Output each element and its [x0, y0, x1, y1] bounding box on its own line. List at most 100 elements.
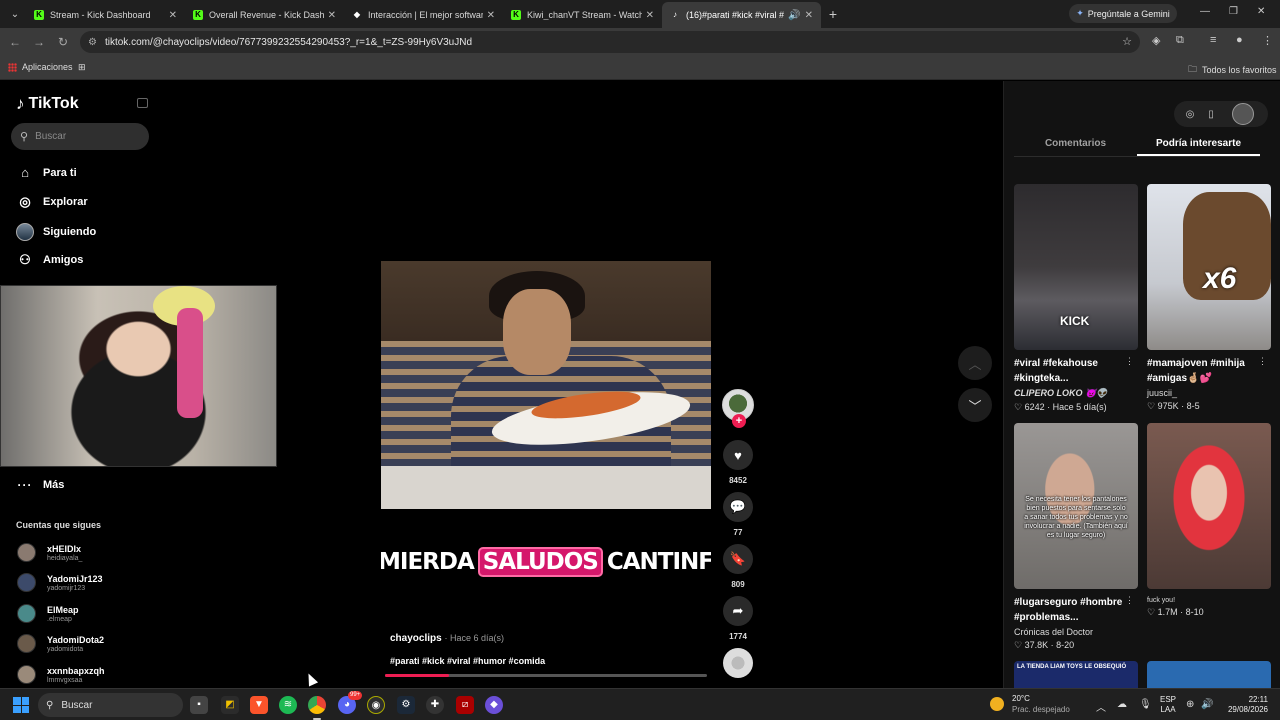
followed-account[interactable]: YadomiDota2 yadomidota: [17, 634, 104, 653]
browser-toolbar: ← → ↻ ⚙ tiktok.com/@chayoclips/video/767…: [0, 28, 1280, 56]
onedrive-icon[interactable]: ☁: [1117, 699, 1127, 710]
site-info-icon[interactable]: ⚙: [88, 37, 97, 48]
extension-icon[interactable]: ◈: [1152, 34, 1160, 47]
more-options-icon[interactable]: ⋮: [1125, 595, 1134, 606]
nav-item-amigos[interactable]: ⚇ Amigos: [16, 252, 83, 268]
all-bookmarks[interactable]: 🗀 Todos los favoritos: [1188, 62, 1277, 78]
extensions-puzzle-icon[interactable]: ⧉: [1176, 34, 1184, 47]
minimize-icon[interactable]: —: [1200, 6, 1210, 17]
nav-item-para-ti[interactable]: ⌂ Para ti: [16, 165, 77, 180]
followed-account[interactable]: YadomiJr123 yadomijr123: [17, 573, 103, 592]
chrome-icon[interactable]: [308, 696, 326, 720]
windows-start-icon[interactable]: [13, 697, 29, 713]
sticky-notes-icon[interactable]: ◩: [221, 696, 239, 714]
tab-groups-icon[interactable]: ⊞: [78, 62, 86, 73]
tab-0[interactable]: K Stream - Kick Dashboard ✕: [26, 2, 185, 28]
dota-icon[interactable]: ⧄: [456, 696, 474, 714]
close-window-icon[interactable]: ✕: [1257, 6, 1265, 17]
forward-icon[interactable]: →: [27, 35, 51, 49]
tab-4-active[interactable]: ♪ (16)#parati #kick #viral #humor 🔊 ✕: [662, 2, 821, 28]
recommended-video-card[interactable]: KICK #viral #fekahouse #kingteka... ⋮ CL…: [1014, 184, 1138, 413]
recommended-video-card-partial[interactable]: [1147, 661, 1271, 688]
close-tab-icon[interactable]: ✕: [328, 10, 336, 21]
phone-icon[interactable]: ▯: [1200, 103, 1222, 125]
steam-icon[interactable]: ⚙: [397, 696, 415, 714]
nav-item-explorar[interactable]: ◎ Explorar: [16, 194, 87, 210]
media-controls-icon[interactable]: ≡: [1210, 34, 1216, 46]
speaker-icon[interactable]: 🔊: [788, 10, 800, 21]
recommended-video-card[interactable]: x6 #mamajoven #mihija #amigas🤞🏼💕 ⋮ juusc…: [1147, 184, 1271, 412]
account-name: xHEIDIx: [47, 543, 82, 554]
followed-account[interactable]: ElMeap .elmeap: [17, 604, 79, 623]
account-handle: yadomidota: [47, 645, 84, 653]
recommended-video-card[interactable]: fuck you! ♡ 1.7M · 8-10: [1147, 423, 1271, 618]
restore-icon[interactable]: ❐: [1229, 6, 1238, 17]
microphone-icon[interactable]: 🎙: [1139, 699, 1152, 710]
followed-account[interactable]: xxnnbapxzqh lmmvgxsaa: [17, 665, 105, 684]
spotify-icon[interactable]: ≋: [279, 696, 297, 714]
reload-icon[interactable]: ↻: [51, 35, 75, 49]
discord-icon[interactable]: ◕ 99+: [338, 691, 363, 714]
close-tab-icon[interactable]: ✕: [646, 10, 654, 21]
new-tab-button[interactable]: +: [821, 6, 845, 22]
ask-gemini-button[interactable]: ✦ Pregúntale a Gemini: [1069, 4, 1177, 23]
recommended-video-card-partial[interactable]: LA TIENDA LIAM TOYS LE OBSEQUIÓ: [1014, 661, 1138, 688]
next-video-button[interactable]: ﹀: [958, 388, 992, 422]
close-tab-icon[interactable]: ✕: [169, 10, 177, 21]
url-text: tiktok.com/@chayoclips/video/76773992325…: [104, 36, 473, 48]
tray-chevron-up-icon[interactable]: ︿: [1096, 699, 1106, 714]
like-button[interactable]: ♥ 8452: [722, 440, 754, 485]
followed-account[interactable]: xHEIDIx heidiayala_: [17, 543, 82, 562]
tab-comentarios[interactable]: Comentarios: [1014, 133, 1137, 156]
language-indicator[interactable]: ESP LAA: [1160, 695, 1176, 715]
card-user: juuscii_: [1147, 388, 1178, 398]
menu-kebab-icon[interactable]: ⋮: [1262, 34, 1273, 47]
coins-icon[interactable]: ◎: [1179, 103, 1201, 125]
caption-word: CANTINFLAS: [606, 549, 711, 575]
share-button[interactable]: ➦ 1774: [722, 596, 754, 641]
profile-avatar[interactable]: ●: [1236, 34, 1243, 46]
taskbar-clock[interactable]: 22:11 29/08/2026: [1220, 695, 1268, 715]
save-button[interactable]: 🔖 809: [722, 544, 754, 589]
music-disc-button[interactable]: [722, 648, 754, 678]
video-author[interactable]: chayoclips: [390, 633, 442, 644]
comment-button[interactable]: 💬 77: [722, 492, 754, 537]
tab-2[interactable]: ◆ Interacción | El mejor software de str…: [344, 2, 503, 28]
taskbar-search[interactable]: ⚲ Buscar: [38, 693, 183, 717]
bookmark-star-icon[interactable]: ☆: [1122, 35, 1132, 48]
address-bar[interactable]: ⚙ tiktok.com/@chayoclips/video/767739923…: [80, 31, 1140, 53]
video-player[interactable]: [381, 261, 711, 509]
network-icon[interactable]: ⊕: [1186, 699, 1194, 710]
close-tab-icon[interactable]: ✕: [487, 10, 495, 21]
previous-video-button[interactable]: ︿: [958, 346, 992, 380]
apps-bookmark[interactable]: Aplicaciones: [8, 62, 73, 72]
collapse-sidebar-icon[interactable]: [137, 98, 148, 108]
recommended-video-card[interactable]: Se necesita tener los pantalones bien pu…: [1014, 423, 1138, 651]
brave-icon[interactable]: ▼: [250, 696, 268, 714]
author-avatar-button[interactable]: +: [722, 389, 754, 428]
tab-1[interactable]: K Overall Revenue - Kick Dashboard ✕: [185, 2, 344, 28]
user-avatar[interactable]: [1232, 103, 1254, 125]
app-icon-purple[interactable]: ◆: [485, 696, 503, 714]
tab-podria-interesarte[interactable]: Podría interesarte: [1137, 133, 1260, 156]
nav-item-siguiendo[interactable]: Siguiendo: [16, 223, 96, 241]
more-options-icon[interactable]: ⋮: [1125, 356, 1134, 367]
tab-search-icon[interactable]: ⌄: [4, 3, 26, 25]
back-icon[interactable]: ←: [3, 35, 27, 49]
app-icon[interactable]: ✚: [426, 696, 444, 714]
follow-plus-icon[interactable]: +: [732, 414, 746, 428]
more-options-icon[interactable]: ⋮: [1258, 356, 1267, 367]
obs-icon[interactable]: ◉: [367, 696, 385, 714]
task-view-icon[interactable]: ▪: [190, 696, 208, 714]
volume-icon[interactable]: 🔊: [1201, 699, 1213, 710]
tiktok-logo[interactable]: ♪ TikTok: [16, 94, 79, 114]
card-title: #lugarseguro #hombre #problemas...: [1014, 597, 1123, 623]
search-input[interactable]: ⚲ Buscar: [11, 123, 149, 150]
weather-widget[interactable]: 20°C Prac. despejado: [990, 693, 1070, 715]
video-hashtags[interactable]: #parati #kick #viral #humor #comida: [390, 656, 545, 666]
close-tab-icon[interactable]: ✕: [805, 10, 813, 21]
tab-3[interactable]: K Kiwi_chanVT Stream - Watch Live ✕: [503, 2, 662, 28]
author-avatar: +: [722, 389, 754, 428]
more-menu[interactable]: ··· Más: [16, 478, 65, 492]
video-progress-bar[interactable]: [385, 674, 707, 677]
